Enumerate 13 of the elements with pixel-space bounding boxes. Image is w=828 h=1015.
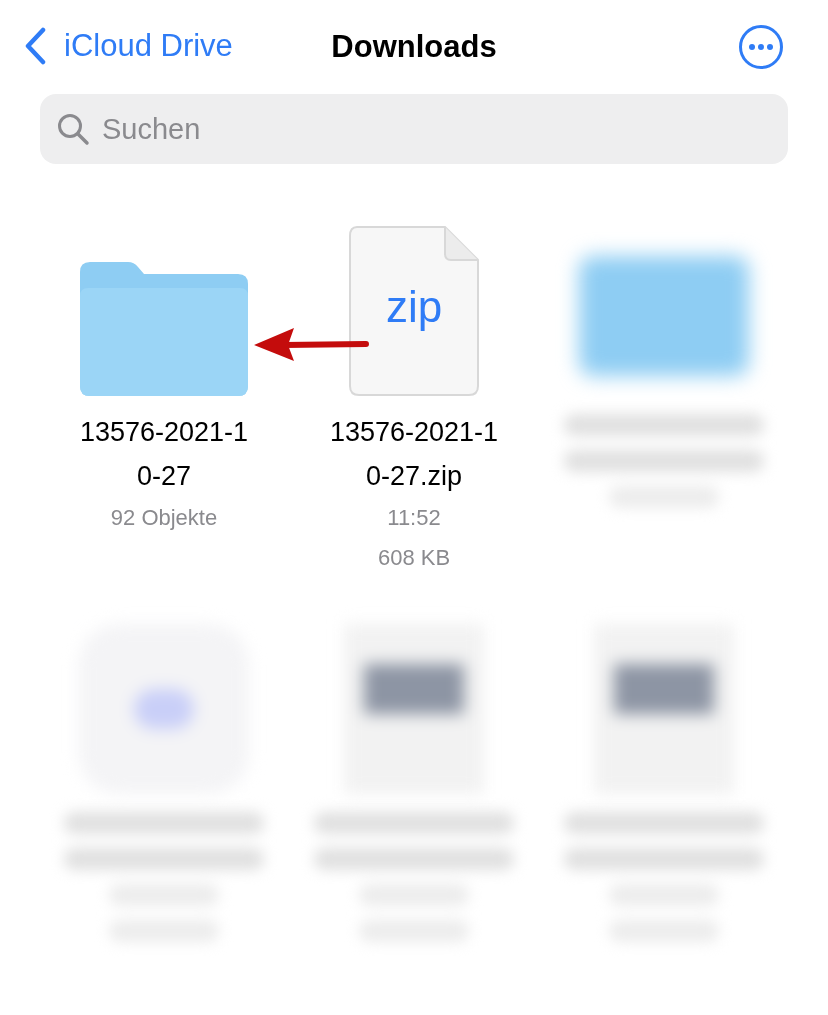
search-icon xyxy=(56,112,90,146)
file-name: 13576-2021-10-27.zip xyxy=(328,416,500,493)
file-detail: 608 KB xyxy=(377,544,451,572)
more-options-icon[interactable] xyxy=(738,24,784,70)
back-link[interactable]: iCloud Drive xyxy=(24,27,233,65)
file-detail: 11:52 xyxy=(387,504,441,532)
chevron-left-icon xyxy=(24,27,46,65)
file-name: 13576-2021-10-27 xyxy=(78,416,250,493)
screen-title: Downloads xyxy=(330,29,498,65)
zip-file-icon[interactable]: zip xyxy=(349,226,479,396)
folder-icon[interactable] xyxy=(80,262,248,396)
search-field[interactable]: Suchen xyxy=(40,94,788,164)
file-detail: 92 Objekte xyxy=(110,504,218,532)
